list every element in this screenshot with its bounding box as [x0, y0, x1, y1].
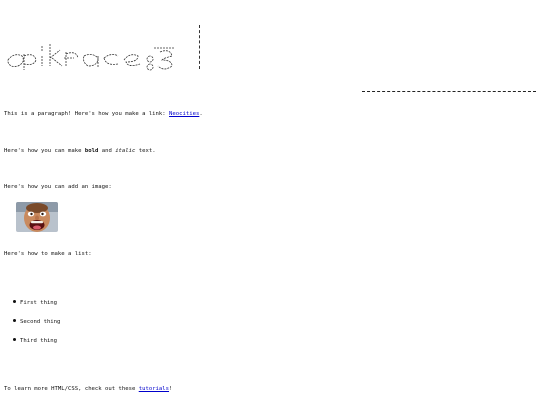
format-end: text. — [138, 148, 156, 154]
learn-text: To learn more HTML/CSS, check out these — [4, 386, 136, 392]
neocities-link[interactable]: Neocities — [169, 111, 199, 117]
banner-divider — [199, 25, 201, 69]
format-paragraph: Here's how you can make bold and italic … — [4, 148, 156, 155]
bullet-icon — [13, 338, 16, 341]
italic-text: italic — [115, 148, 136, 154]
face-image-art — [16, 202, 58, 232]
list-item: Second thing — [13, 319, 61, 326]
list-item-text: Third thing — [20, 338, 58, 344]
horizontal-rule — [362, 91, 536, 92]
intro-text: This is a paragraph! Here's how you make… — [4, 111, 166, 117]
learn-end: ! — [169, 386, 173, 392]
list-item-text: Second thing — [20, 319, 61, 325]
ascii-banner-logo — [4, 22, 204, 78]
format-mid: and — [101, 148, 112, 154]
face-image — [16, 202, 58, 232]
image-paragraph: Here's how you can add an image: — [4, 184, 112, 191]
learn-paragraph: To learn more HTML/CSS, check out these … — [4, 386, 173, 393]
list-item: Third thing — [13, 338, 58, 345]
list-item: First thing — [13, 300, 58, 307]
intro-paragraph: This is a paragraph! Here's how you make… — [4, 111, 203, 118]
list-text: Here's how to make a list: — [4, 251, 92, 257]
list-item-text: First thing — [20, 300, 58, 306]
tutorials-link[interactable]: tutorials — [139, 386, 169, 392]
bullet-icon — [13, 319, 16, 322]
format-prefix: Here's how you can make — [4, 148, 82, 154]
intro-end: . — [199, 111, 203, 117]
bullet-icon — [13, 300, 16, 303]
ascii-banner-art — [7, 44, 174, 71]
list-paragraph: Here's how to make a list: — [4, 251, 92, 258]
bold-text: bold — [84, 148, 99, 154]
image-text: Here's how you can add an image: — [4, 184, 112, 190]
